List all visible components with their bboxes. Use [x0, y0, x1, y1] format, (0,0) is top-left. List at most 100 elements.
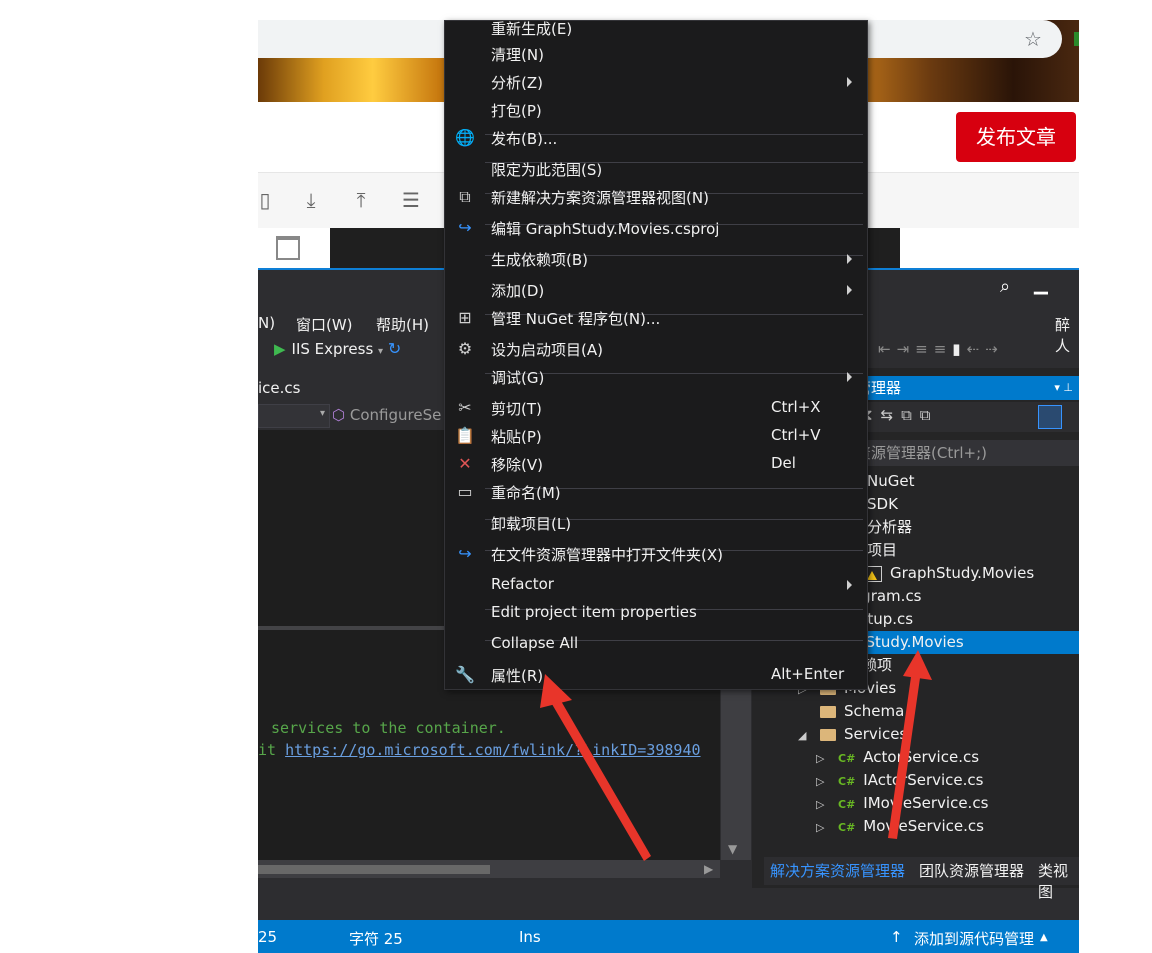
tab-solution-explorer[interactable]: 解决方案资源管理器 [770, 860, 905, 881]
gear-icon: ⚙ [457, 339, 473, 358]
download-icon[interactable]: ⤓ [298, 187, 324, 213]
document-tab[interactable]: ice.cs [258, 376, 443, 400]
globe-icon: 🌐 [455, 128, 475, 147]
expand-icon[interactable]: ▷ [816, 770, 828, 793]
publish-article-button[interactable]: 发布文章 [956, 112, 1076, 162]
context-menu-item[interactable]: 调试(G) [445, 364, 867, 392]
tree-item[interactable]: 分析器 [867, 516, 912, 539]
tree-item[interactable]: ▷ C# IActorService.cs [816, 769, 983, 792]
status-up-arrow-icon: ↑ [890, 928, 903, 946]
solution-explorer-search[interactable]: 资源管理器(Ctrl+;) [856, 440, 1079, 466]
tab-team-explorer[interactable]: 团队资源管理器 [919, 860, 1024, 881]
csharp-file-icon: C# [838, 752, 856, 765]
status-line: 25 [258, 928, 278, 946]
refresh-icon[interactable]: ↻ [388, 339, 401, 358]
scroll-right-arrow-icon[interactable]: ▶ [704, 862, 713, 876]
code-comment-link-line: it https://go.microsoft.com/fwlink/?Link… [258, 741, 701, 759]
paste-icon: 📋 [455, 426, 475, 445]
expand-icon[interactable]: ▷ [816, 747, 828, 770]
context-menu-item[interactable]: 🌐 发布(B)... [445, 125, 867, 153]
context-menu-item[interactable]: 添加(D) [445, 277, 867, 305]
context-menu-item-label: 属性(R) [491, 667, 544, 685]
csharp-file-icon: C# [838, 821, 856, 834]
tab-class-view[interactable]: 类视图 [1038, 860, 1079, 902]
horizontal-scroll-thumb[interactable] [258, 865, 490, 874]
context-menu-item[interactable]: ▭ 重命名(M) [445, 479, 867, 507]
solution-explorer-toolbar: ⧗⇆⧉⧉ [856, 402, 1079, 432]
context-menu-item-label: 清理(N) [491, 46, 544, 64]
context-menu-item[interactable]: 分析(Z) [445, 69, 867, 97]
se-toolbar-icons[interactable]: ⧗⇆⧉⧉ [862, 406, 939, 424]
tree-item[interactable]: SDK [867, 493, 898, 516]
context-menu-item[interactable]: 清理(N) [445, 41, 867, 69]
context-menu-item[interactable]: Refactor [445, 572, 867, 600]
nuget-icon: ⊞ [458, 308, 472, 327]
run-button[interactable]: ▶ IIS Express ▾ ↻ [274, 339, 401, 358]
expand-icon[interactable]: ▷ [816, 793, 828, 816]
add-to-source-control-button[interactable]: 添加到源代码管理 [914, 928, 1034, 949]
context-menu-item[interactable]: 📋 粘贴(P) Ctrl+V [445, 423, 867, 451]
list-settings-icon[interactable]: ☰ [398, 187, 424, 213]
context-menu-item-label: 卸载项目(L) [491, 515, 572, 533]
collapse-icon[interactable]: ◢ [798, 724, 810, 747]
status-bar: 25 字符 25 Ins ↑ 添加到源代码管理 ▲ [258, 920, 1079, 953]
context-menu-item[interactable]: ⊞ 管理 NuGet 程序包(N)... [445, 305, 867, 333]
tree-item[interactable]: NuGet [867, 470, 914, 493]
tree-item[interactable]: ◢ Services [798, 723, 907, 746]
type-dropdown[interactable]: ▾ [258, 404, 330, 428]
context-menu-item[interactable]: ⧉ 新建解决方案资源管理器视图(N) [445, 184, 867, 212]
context-menu-item[interactable]: ↪ 在文件资源管理器中打开文件夹(X) [445, 541, 867, 569]
context-menu-item[interactable]: 🔧 属性(R) Alt+Enter [445, 662, 867, 690]
context-menu-item[interactable]: ✕ 移除(V) Del [445, 451, 867, 479]
context-menu-item[interactable]: 卸载项目(L) [445, 510, 867, 538]
context-menu-item-shortcut: Ctrl+X [771, 398, 821, 416]
user-name[interactable]: 醉人 [1055, 314, 1079, 356]
open-folder-arrow-icon: ↪ [458, 544, 472, 563]
context-menu-item[interactable]: ⚙ 设为启动项目(A) [445, 336, 867, 364]
toolbar-icons-right[interactable]: ⇤⇥≡≡▮⇠⇢ [878, 340, 1004, 358]
expand-icon[interactable]: ▷ [816, 816, 828, 839]
minimize-icon[interactable]: ▁ [1034, 274, 1048, 295]
scroll-down-arrow-icon[interactable]: ▼ [728, 842, 737, 856]
tree-item-label: Services [844, 725, 908, 743]
source-control-chevron-icon[interactable]: ▲ [1040, 932, 1048, 943]
search-icon[interactable]: ⌕ [1000, 276, 1010, 297]
tree-item[interactable]: GraphStudy.Movies [864, 562, 1034, 585]
context-menu-item[interactable]: 生成依赖项(B) [445, 246, 867, 274]
table-icon[interactable]: ▯ [258, 187, 278, 213]
extension-icon[interactable] [1074, 32, 1079, 46]
csharp-file-icon: C# [838, 775, 856, 788]
tree-item-label: IMovieService.cs [863, 794, 989, 812]
tree-item-label: nStudy.Movies [856, 633, 964, 651]
context-menu-item[interactable]: Collapse All [445, 631, 867, 659]
pin-icon[interactable]: ▾ ⊥ [1054, 376, 1073, 400]
upload-icon[interactable]: ⤒ [348, 187, 374, 213]
tree-item[interactable]: ▷ C# ActorService.cs [816, 746, 979, 769]
context-menu-item-label: 发布(B)... [491, 130, 558, 148]
remove-icon: ✕ [458, 454, 472, 473]
bookmark-star-icon[interactable]: ☆ [1020, 26, 1046, 52]
window-icon[interactable] [276, 236, 300, 260]
status-insert-mode[interactable]: Ins [519, 928, 541, 946]
new-view-icon: ⧉ [459, 187, 471, 206]
context-menu-item-label: 移除(V) [491, 456, 543, 474]
context-menu-item-label: 添加(D) [491, 282, 545, 300]
menu-window[interactable]: 窗口(W) [296, 314, 353, 335]
context-menu-item[interactable]: 打包(P) [445, 97, 867, 125]
context-menu-item[interactable]: ↪ 编辑 GraphStudy.Movies.csproj [445, 215, 867, 243]
context-menu-item[interactable]: 重新生成(E) [445, 15, 867, 43]
context-menu: 重新生成(E) 清理(N) 分析(Z) 打包(P) 🌐 发布(B)... 限定为此范围(S)… [444, 20, 868, 690]
tree-item[interactable]: Schema [798, 700, 904, 723]
context-menu-item[interactable]: ✂ 剪切(T) Ctrl+X [445, 395, 867, 423]
menu-item-partial[interactable]: N) [258, 314, 275, 332]
context-menu-item-label: 管理 NuGet 程序包(N)... [491, 310, 661, 328]
fwlink-link[interactable]: https://go.microsoft.com/fwlink/?LinkID=… [285, 741, 700, 759]
context-menu-item[interactable]: 限定为此范围(S) [445, 156, 867, 184]
sync-view-icon[interactable] [1038, 405, 1062, 429]
tree-item[interactable]: 项目 [867, 539, 897, 562]
context-menu-item[interactable]: Edit project item properties [445, 600, 867, 628]
context-menu-item-label: 重新生成(E) [491, 20, 573, 38]
tree-item[interactable]: ▷ C# MovieService.cs [816, 815, 984, 838]
tree-item[interactable]: ▷ C# IMovieService.cs [816, 792, 988, 815]
menu-help[interactable]: 帮助(H) [376, 314, 429, 335]
